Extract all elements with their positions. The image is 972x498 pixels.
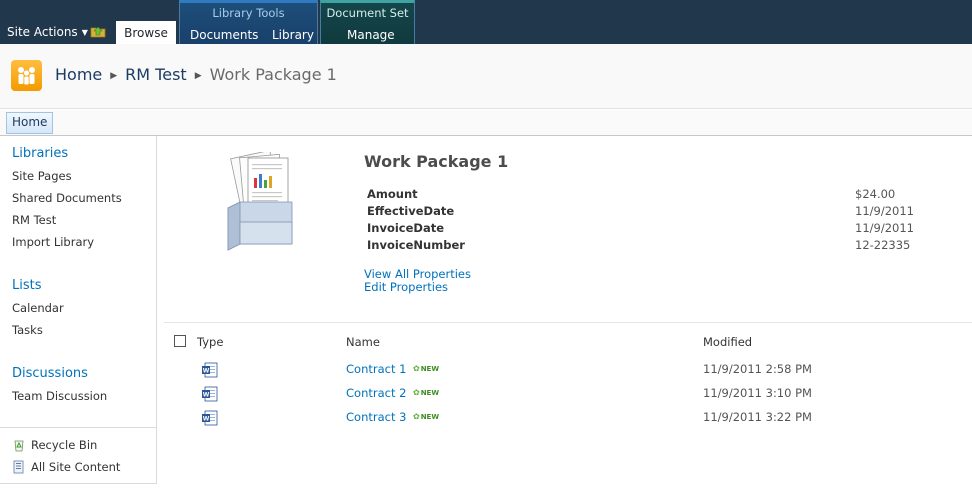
nav-heading-discussions[interactable]: Discussions	[12, 366, 88, 381]
recycle-bin-icon	[14, 440, 24, 452]
column-header-type[interactable]: Type	[197, 335, 223, 349]
modified-value: 11/9/2011 3:10 PM	[703, 386, 812, 400]
nav-item-shared-documents[interactable]: Shared Documents	[12, 191, 122, 205]
site-actions-label: Site Actions	[7, 25, 78, 39]
property-value: 12-22335	[855, 238, 911, 252]
nav-item-rm-test[interactable]: RM Test	[12, 213, 56, 227]
topnav-home[interactable]: Home	[6, 112, 54, 134]
chevron-right-icon: ▶	[194, 71, 202, 81]
modified-value: 11/9/2011 2:58 PM	[703, 362, 812, 376]
edit-properties-link[interactable]: Edit Properties	[364, 280, 448, 294]
new-badge-label: NEW	[420, 413, 440, 421]
ribbon: Site Actions ▼ Browse Library Tools Docum…	[0, 0, 972, 44]
all-site-content-label: All Site Content	[31, 460, 121, 474]
new-badge: ✿NEW	[413, 364, 439, 373]
breadcrumb-home[interactable]: Home	[55, 65, 102, 84]
column-header-name[interactable]: Name	[346, 335, 380, 349]
site-actions-menu[interactable]: Site Actions ▼	[7, 25, 88, 39]
property-label: EffectiveDate	[367, 204, 455, 218]
new-badge-label: NEW	[420, 365, 440, 373]
tab-manage[interactable]: Manage	[347, 28, 395, 42]
quick-launch: Libraries Site Pages Shared Documents RM…	[0, 136, 157, 484]
document-link-contract-3[interactable]: Contract 3	[346, 410, 406, 424]
nav-item-calendar[interactable]: Calendar	[12, 301, 64, 315]
nav-recycle-bin[interactable]: Recycle Bin	[12, 438, 97, 452]
breadcrumb: Home ▶ RM Test ▶ Work Package 1	[55, 65, 337, 84]
svg-text:W: W	[203, 416, 210, 423]
chevron-right-icon: ▶	[110, 71, 118, 81]
nav-item-import-library[interactable]: Import Library	[12, 235, 94, 249]
nav-item-tasks[interactable]: Tasks	[12, 323, 43, 337]
svg-text:W: W	[203, 368, 210, 375]
document-link-contract-2[interactable]: Contract 2	[346, 386, 406, 400]
people-logo-icon[interactable]	[11, 60, 42, 91]
new-badge: ✿NEW	[413, 412, 439, 421]
column-header-modified[interactable]: Modified	[703, 335, 752, 349]
title-area: Home ▶ RM Test ▶ Work Package 1	[0, 44, 972, 109]
property-label: InvoiceDate	[367, 221, 445, 235]
word-document-icon[interactable]: W	[201, 362, 219, 378]
document-link-contract-1[interactable]: Contract 1	[346, 362, 406, 376]
top-navigation: Home	[0, 110, 972, 136]
new-star-icon: ✿	[413, 364, 420, 373]
nav-heading-lists[interactable]: Lists	[12, 278, 42, 293]
property-value: $24.00	[855, 187, 896, 201]
tab-library[interactable]: Library	[272, 28, 314, 42]
folder-up-icon[interactable]	[90, 24, 106, 38]
document-set-title: Work Package 1	[364, 152, 509, 171]
new-badge: ✿NEW	[413, 388, 439, 397]
library-tools-group: Library Tools Documents Library	[179, 0, 318, 44]
nav-item-site-pages[interactable]: Site Pages	[12, 169, 72, 183]
nav-all-site-content[interactable]: All Site Content	[12, 460, 120, 474]
recycle-bin-label: Recycle Bin	[31, 438, 98, 452]
property-value: 11/9/2011	[855, 204, 914, 218]
svg-text:W: W	[203, 392, 210, 399]
property-value: 11/9/2011	[855, 221, 914, 235]
new-star-icon: ✿	[413, 388, 420, 397]
nav-heading-libraries[interactable]: Libraries	[12, 146, 68, 161]
modified-value: 11/9/2011 3:22 PM	[703, 410, 812, 424]
tab-documents[interactable]: Documents	[190, 28, 258, 42]
chevron-down-icon: ▼	[81, 28, 88, 37]
site-content-icon	[13, 460, 24, 474]
document-set-icon	[227, 152, 293, 251]
section-divider	[164, 322, 972, 323]
nav-item-team-discussion[interactable]: Team Discussion	[12, 389, 107, 403]
select-all-checkbox[interactable]	[174, 335, 186, 347]
document-set-title: Document Set	[326, 6, 409, 20]
breadcrumb-rm-test[interactable]: RM Test	[125, 65, 187, 84]
new-star-icon: ✿	[413, 412, 420, 421]
property-label: InvoiceNumber	[367, 238, 465, 252]
new-badge-label: NEW	[420, 389, 440, 397]
document-set-group: Document Set Manage	[320, 0, 415, 44]
nav-divider	[0, 427, 156, 428]
word-document-icon[interactable]: W	[201, 410, 219, 426]
word-document-icon[interactable]: W	[201, 386, 219, 402]
breadcrumb-current: Work Package 1	[209, 65, 337, 84]
library-tools-title: Library Tools	[212, 6, 285, 20]
tab-browse[interactable]: Browse	[116, 21, 176, 44]
property-label: Amount	[367, 187, 418, 201]
view-all-properties-link[interactable]: View All Properties	[364, 267, 471, 281]
